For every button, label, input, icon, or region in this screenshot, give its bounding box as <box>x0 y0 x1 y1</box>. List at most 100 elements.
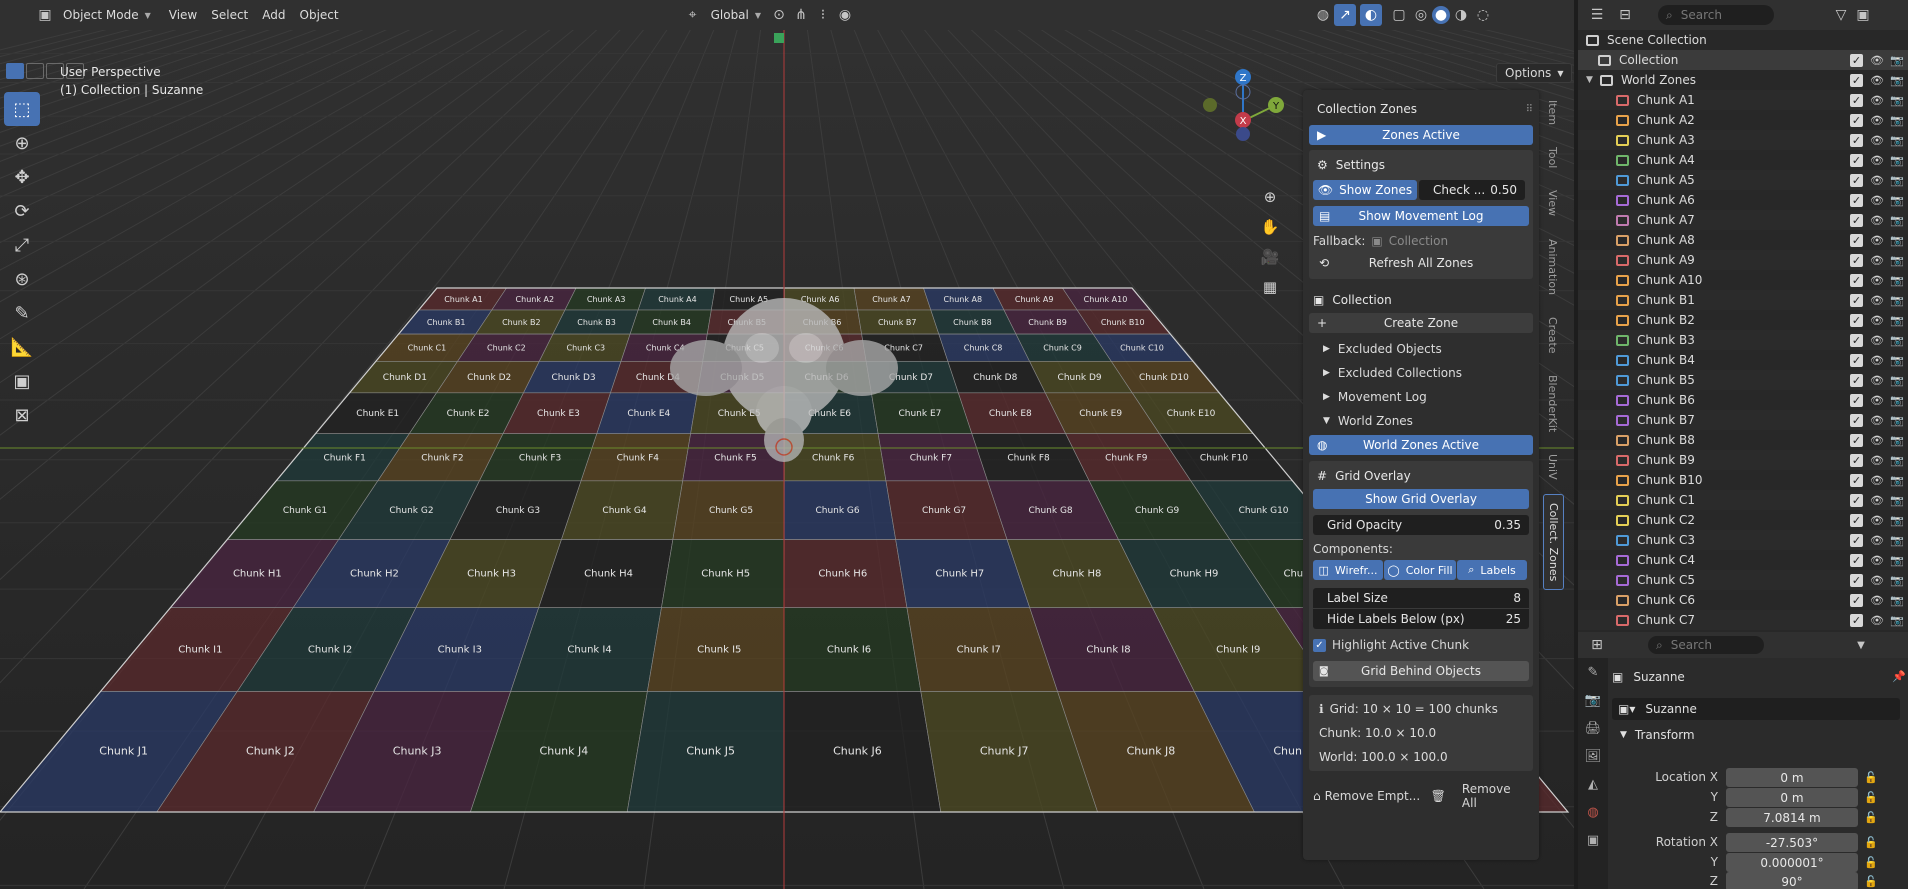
proportional-edit-icon[interactable]: ◉ <box>834 4 856 26</box>
camera-icon[interactable]: 📷 <box>1890 474 1904 487</box>
overlay-toggle-icon[interactable]: ◐ <box>1360 4 1383 26</box>
outliner-scene-collection[interactable]: Scene Collection <box>1578 30 1908 50</box>
zones-active-button[interactable]: ▶ Zones Active <box>1309 125 1533 145</box>
object-datablock-field[interactable]: ▣▾ Suzanne <box>1612 698 1900 720</box>
camera-view-icon[interactable]: 🎥 <box>1258 242 1282 272</box>
eye-icon[interactable]: 👁 <box>1870 374 1884 387</box>
scale-icon[interactable]: ⤢ <box>4 228 40 262</box>
exclude-checkbox[interactable]: ✓ <box>1850 493 1863 507</box>
eye-icon[interactable]: 👁 <box>1870 114 1884 127</box>
eye-icon[interactable]: 👁 <box>1870 294 1884 307</box>
location-x-field[interactable]: 0 m <box>1726 768 1858 787</box>
eye-icon[interactable]: 👁 <box>1870 334 1884 347</box>
eye-icon[interactable]: 👁 <box>1870 434 1884 447</box>
eye-icon[interactable]: 👁 <box>1870 474 1884 487</box>
tab-blenderkit[interactable]: BlenderKit <box>1543 367 1562 440</box>
xray-icon[interactable]: ▢ <box>1388 4 1410 26</box>
excluded-objects-row[interactable]: ▶ Excluded Objects <box>1309 337 1533 361</box>
editor-type-icon[interactable]: ☰ <box>1586 4 1608 26</box>
snap-icon[interactable]: ⋔ <box>790 4 812 26</box>
outliner-chunk-item[interactable]: Chunk A10 ✓ 👁 📷 <box>1578 270 1908 290</box>
collection-tab-icon[interactable]: ▣ <box>1578 826 1608 854</box>
lock-icon[interactable]: 🔓 <box>1864 771 1878 784</box>
menu-view[interactable]: View <box>162 4 204 26</box>
lock-icon[interactable]: 🔓 <box>1864 875 1878 888</box>
pin-icon[interactable]: 📌 <box>1892 670 1906 683</box>
eye-icon[interactable]: 👁 <box>1870 554 1884 567</box>
lock-icon[interactable]: 🔓 <box>1864 811 1878 824</box>
exclude-checkbox[interactable]: ✓ <box>1850 173 1863 187</box>
outliner-search-input[interactable]: ⌕ Search <box>1658 5 1774 25</box>
exclude-checkbox[interactable]: ✓ <box>1850 513 1863 527</box>
tool-tab-icon[interactable]: ✎ <box>1578 658 1608 686</box>
outliner-chunk-item[interactable]: Chunk C2 ✓ 👁 📷 <box>1578 510 1908 530</box>
eye-icon[interactable]: 👁 <box>1870 614 1884 627</box>
exclude-checkbox[interactable]: ✓ <box>1850 133 1863 147</box>
outliner-chunk-item[interactable]: Chunk A4 ✓ 👁 📷 <box>1578 150 1908 170</box>
outliner-chunk-item[interactable]: Chunk A9 ✓ 👁 📷 <box>1578 250 1908 270</box>
camera-icon[interactable]: 📷 <box>1890 454 1904 467</box>
eye-icon[interactable]: 👁 <box>1870 574 1884 587</box>
eye-icon[interactable]: 👁 <box>1870 534 1884 547</box>
camera-icon[interactable]: 📷 <box>1890 94 1904 107</box>
tab-collect-zones[interactable]: Collect. Zones <box>1543 494 1564 591</box>
camera-icon[interactable]: 📷 <box>1890 54 1904 67</box>
axis-gizmo[interactable]: Z Y X <box>1203 69 1284 141</box>
eye-icon[interactable]: 👁 <box>1870 314 1884 327</box>
eye-icon[interactable]: 👁 <box>1870 594 1884 607</box>
eye-icon[interactable]: 👁 <box>1870 354 1884 367</box>
outliner-collection[interactable]: Collection ✓ 👁 📷 <box>1578 50 1908 70</box>
menu-object[interactable]: Object <box>293 4 346 26</box>
filter-icon[interactable]: ▽ <box>1830 4 1852 26</box>
camera-icon[interactable]: 📷 <box>1890 74 1904 87</box>
eye-icon[interactable]: 👁 <box>1870 174 1884 187</box>
cursor-icon[interactable]: ⊕ <box>4 126 40 160</box>
camera-icon[interactable]: 📷 <box>1890 374 1904 387</box>
select-extend-icon[interactable] <box>26 63 44 79</box>
camera-icon[interactable]: 📷 <box>1890 114 1904 127</box>
outliner-chunk-item[interactable]: Chunk B8 ✓ 👁 📷 <box>1578 430 1908 450</box>
camera-icon[interactable]: 📷 <box>1890 594 1904 607</box>
color-fill-toggle[interactable]: ◯ Color Fill <box>1384 560 1456 580</box>
camera-icon[interactable]: 📷 <box>1890 534 1904 547</box>
tab-item[interactable]: Item <box>1543 92 1562 133</box>
camera-icon[interactable]: 📷 <box>1890 174 1904 187</box>
exclude-checkbox[interactable]: ✓ <box>1850 413 1863 427</box>
shading-solid-icon[interactable]: ● <box>1432 6 1451 24</box>
add-cube-icon[interactable]: ▣ <box>4 364 40 398</box>
exclude-checkbox[interactable]: ✓ <box>1850 433 1863 447</box>
wireframe-toggle[interactable]: ◫ Wirefr... <box>1313 560 1383 580</box>
eye-icon[interactable]: 👁 <box>1870 194 1884 207</box>
hide-labels-field[interactable]: Hide Labels Below (px) 25 <box>1313 609 1529 629</box>
exclude-checkbox[interactable]: ✓ <box>1850 153 1863 167</box>
ortho-grid-icon[interactable]: ▦ <box>1258 272 1282 302</box>
world-tab-icon[interactable]: ◍ <box>1578 798 1608 826</box>
exclude-checkbox[interactable]: ✓ <box>1850 453 1863 467</box>
rotation-y-field[interactable]: 0.000001° <box>1726 853 1858 872</box>
camera-icon[interactable]: 📷 <box>1890 514 1904 527</box>
exclude-checkbox[interactable]: ✓ <box>1850 53 1863 67</box>
options-dropdown[interactable]: Options ▼ <box>1496 63 1573 83</box>
rotation-x-field[interactable]: -27.503° <box>1726 833 1858 852</box>
tab-tool[interactable]: Tool <box>1543 139 1562 176</box>
exclude-checkbox[interactable]: ✓ <box>1850 233 1863 247</box>
labels-toggle[interactable]: ⌕ Labels <box>1457 560 1527 580</box>
zoom-icon[interactable]: ⊕ <box>1258 182 1282 212</box>
exclude-checkbox[interactable]: ✓ <box>1850 373 1863 387</box>
outliner-chunk-item[interactable]: Chunk C6 ✓ 👁 📷 <box>1578 590 1908 610</box>
exclude-checkbox[interactable]: ✓ <box>1850 253 1863 267</box>
eye-icon[interactable]: 👁 <box>1870 454 1884 467</box>
show-movement-log-button[interactable]: ▤ Show Movement Log <box>1313 206 1529 226</box>
render-tab-icon[interactable]: 📷 <box>1578 686 1608 714</box>
location-z-field[interactable]: 7.0814 m <box>1726 808 1858 827</box>
transform-header[interactable]: ▼ Transform <box>1620 724 1695 746</box>
camera-icon[interactable]: 📷 <box>1890 554 1904 567</box>
editor-type-icon[interactable]: ⊞ <box>1586 634 1608 656</box>
outliner-chunk-item[interactable]: Chunk A5 ✓ 👁 📷 <box>1578 170 1908 190</box>
gizmo-toggle-icon[interactable]: ↗ <box>1334 4 1357 26</box>
exclude-checkbox[interactable]: ✓ <box>1850 313 1863 327</box>
exclude-checkbox[interactable]: ✓ <box>1850 613 1863 627</box>
exclude-checkbox[interactable]: ✓ <box>1850 193 1863 207</box>
outliner-chunk-item[interactable]: Chunk C1 ✓ 👁 📷 <box>1578 490 1908 510</box>
exclude-checkbox[interactable]: ✓ <box>1850 73 1863 87</box>
